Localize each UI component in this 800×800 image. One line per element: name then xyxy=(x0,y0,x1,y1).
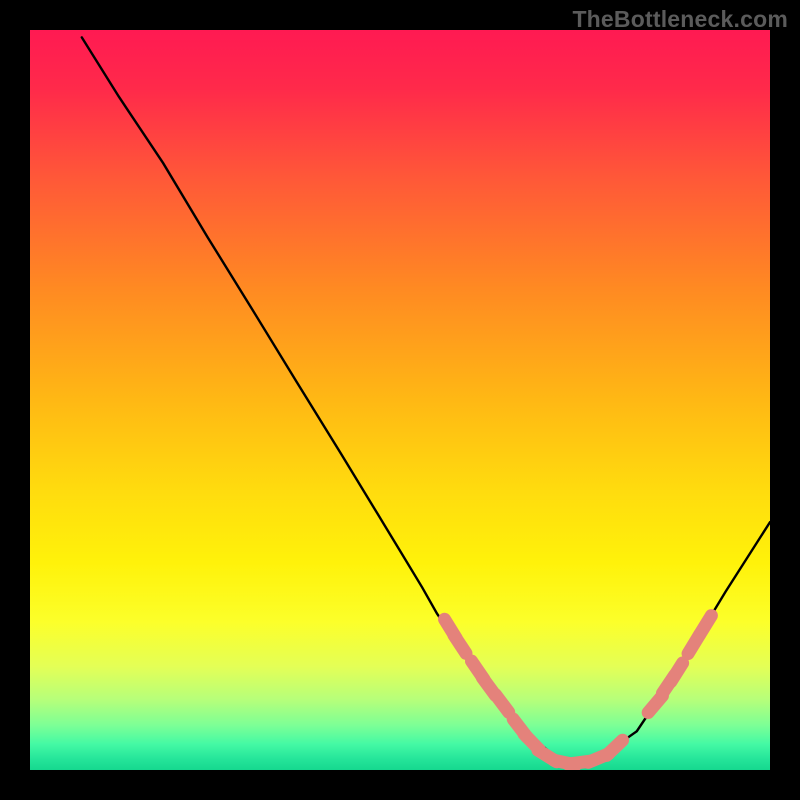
background-gradient xyxy=(30,30,770,770)
watermark-text: TheBottleneck.com xyxy=(572,6,788,33)
chart-frame: TheBottleneck.com xyxy=(0,0,800,800)
plot-area xyxy=(30,30,770,770)
